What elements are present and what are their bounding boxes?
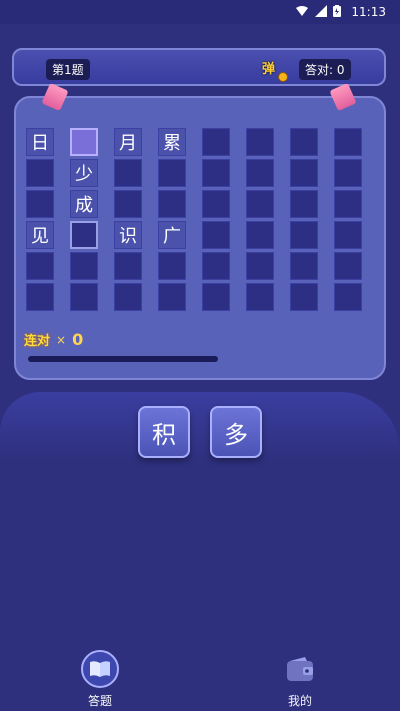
top-banner: 第1题 弹 答对: 0 [12, 48, 386, 86]
progress-bar [28, 356, 218, 362]
grid-cell[interactable] [202, 159, 230, 187]
grid-cell[interactable] [334, 190, 362, 218]
combo-label: 连对 [24, 334, 51, 349]
tab-answer[interactable]: 答题 [70, 650, 130, 709]
ball-badge[interactable]: 弹 [262, 58, 275, 77]
grid-cell[interactable] [334, 252, 362, 280]
grid-cell[interactable] [26, 252, 54, 280]
answer-count-badge: 答对: 0 [299, 59, 351, 80]
level-badge: 第1题 [46, 59, 90, 80]
grid-cell[interactable] [114, 252, 142, 280]
grid-cell[interactable]: 月 [114, 128, 142, 156]
tab-answer-label: 答题 [87, 694, 112, 708]
grid-cell[interactable]: 识 [114, 221, 142, 249]
grid-cell[interactable] [158, 252, 186, 280]
combo-multiplier: × [56, 332, 67, 347]
grid-cell[interactable]: 日 [26, 128, 54, 156]
status-time: 11:13 [351, 5, 386, 19]
grid-cell[interactable] [114, 283, 142, 311]
tab-mine-label: 我的 [287, 694, 312, 708]
grid-cell[interactable] [246, 190, 274, 218]
choice-button-2[interactable]: 多 [210, 406, 262, 458]
grid-cell[interactable] [114, 190, 142, 218]
grid-cell[interactable] [158, 159, 186, 187]
choice-button-1[interactable]: 积 [138, 406, 190, 458]
grid-cell[interactable] [246, 252, 274, 280]
grid-cell[interactable]: 见 [26, 221, 54, 249]
grid-cell[interactable] [26, 283, 54, 311]
grid-cell[interactable] [334, 159, 362, 187]
grid-cell[interactable]: 成 [70, 190, 98, 218]
cloud-decoration [0, 392, 400, 462]
grid-cell[interactable] [114, 159, 142, 187]
book-icon [81, 650, 119, 688]
grid-cell[interactable] [246, 221, 274, 249]
tab-mine[interactable]: 我的 [270, 650, 330, 709]
grid-cell[interactable] [246, 128, 274, 156]
wifi-icon [295, 5, 309, 20]
grid-cell[interactable] [290, 221, 318, 249]
grid-cell[interactable] [158, 190, 186, 218]
grid-cell[interactable] [202, 252, 230, 280]
grid-cell[interactable] [290, 190, 318, 218]
grid-cell[interactable] [26, 190, 54, 218]
grid-cell[interactable] [202, 221, 230, 249]
grid-cell[interactable]: 广 [158, 221, 186, 249]
grid-cell[interactable] [246, 283, 274, 311]
grid-cell[interactable] [70, 283, 98, 311]
grid-cell[interactable] [290, 159, 318, 187]
wallet-icon [281, 650, 319, 688]
combo-indicator: 连对 × 0 [24, 330, 83, 349]
grid-cell[interactable] [202, 190, 230, 218]
grid-cell[interactable] [70, 252, 98, 280]
grid-cell[interactable] [334, 283, 362, 311]
grid-cell[interactable] [334, 221, 362, 249]
grid-cell[interactable] [70, 221, 98, 249]
grid-cell[interactable] [290, 128, 318, 156]
grid-cell[interactable] [70, 128, 98, 156]
bottom-tab-bar: 答题 我的 [0, 640, 400, 711]
grid-cell[interactable] [290, 283, 318, 311]
grid-cell[interactable] [246, 159, 274, 187]
status-bar: 11:13 [0, 0, 400, 24]
grid-cell[interactable] [334, 128, 362, 156]
grid-cell[interactable] [202, 283, 230, 311]
grid-cell[interactable]: 少 [70, 159, 98, 187]
grid-cell[interactable] [158, 283, 186, 311]
grid-cell[interactable]: 累 [158, 128, 186, 156]
combo-count: 0 [72, 330, 84, 349]
grid-cell[interactable] [202, 128, 230, 156]
grid-cell[interactable] [290, 252, 318, 280]
battery-icon [333, 4, 342, 20]
grid-cell[interactable] [26, 159, 54, 187]
coin-icon [278, 72, 288, 82]
signal-icon [315, 4, 328, 20]
